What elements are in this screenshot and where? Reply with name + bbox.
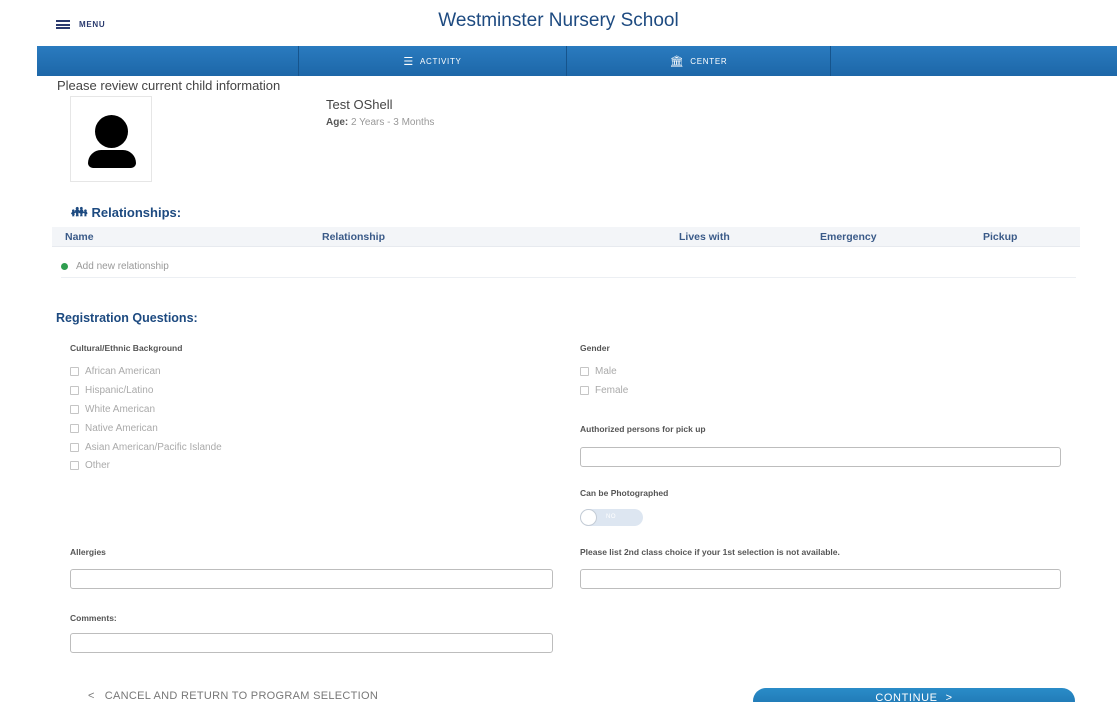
- add-relationship-link[interactable]: Add new relationship: [61, 261, 169, 272]
- continue-label: CONTINUE: [875, 692, 938, 702]
- main-nav: ☰ ACTIVITY 🏛 CENTER: [37, 46, 1117, 76]
- continue-button[interactable]: CONTINUE >: [753, 688, 1075, 702]
- option-label: Native American: [85, 423, 158, 434]
- ethnic-option-african-american[interactable]: African American: [70, 366, 161, 377]
- option-label: Asian American/Pacific Islande: [85, 442, 222, 453]
- photographed-toggle[interactable]: NO: [580, 509, 643, 526]
- checkbox[interactable]: [70, 367, 79, 376]
- checkbox[interactable]: [70, 405, 79, 414]
- child-photo: [70, 96, 152, 182]
- checkbox[interactable]: [70, 386, 79, 395]
- age-label: Age:: [326, 117, 349, 128]
- nav-activity[interactable]: ☰ ACTIVITY: [299, 46, 567, 76]
- gender-option-male[interactable]: Male: [580, 366, 617, 377]
- checkbox[interactable]: [580, 367, 589, 376]
- gender-label: Gender: [580, 343, 610, 353]
- add-relationship-label: Add new relationship: [76, 261, 169, 272]
- option-label: Female: [595, 385, 629, 396]
- ethnic-option-asian-american[interactable]: Asian American/Pacific Islande: [70, 442, 222, 453]
- top-header: MENU Westminster Nursery School: [0, 0, 1117, 46]
- nav-activity-label: ACTIVITY: [419, 56, 462, 66]
- child-name: Test OShell: [326, 97, 393, 112]
- comments-label: Comments:: [70, 613, 117, 623]
- nav-center[interactable]: 🏛 CENTER: [567, 46, 831, 76]
- allergies-label: Allergies: [70, 547, 106, 557]
- photographed-label: Can be Photographed: [580, 488, 669, 498]
- family-icon: 👪︎: [71, 204, 88, 219]
- allergies-input[interactable]: [70, 569, 553, 589]
- option-label: Other: [85, 460, 111, 471]
- chevron-left-icon: <: [88, 690, 95, 702]
- col-emergency: Emergency: [820, 231, 877, 243]
- checkbox[interactable]: [70, 443, 79, 452]
- checkbox[interactable]: [70, 424, 79, 433]
- add-icon: [61, 263, 68, 270]
- cancel-link[interactable]: < CANCEL AND RETURN TO PROGRAM SELECTION: [88, 690, 378, 702]
- col-pickup: Pickup: [983, 231, 1018, 243]
- ethnic-background-label: Cultural/Ethnic Background: [70, 343, 183, 353]
- relationships-heading: 👪︎ Relationships:: [71, 204, 181, 220]
- relationships-table-header: Name Relationship Lives with Emergency P…: [52, 227, 1080, 247]
- option-label: Male: [595, 366, 617, 377]
- building-icon: 🏛: [669, 55, 685, 68]
- checkbox[interactable]: [70, 461, 79, 470]
- toggle-knob: [580, 509, 597, 526]
- review-prompt: Please review current child information: [57, 78, 281, 93]
- cancel-label: CANCEL AND RETURN TO PROGRAM SELECTION: [104, 690, 379, 702]
- checkbox[interactable]: [580, 386, 589, 395]
- age-value: 2 Years - 3 Months: [351, 117, 435, 128]
- ethnic-option-hispanic-latino[interactable]: Hispanic/Latino: [70, 385, 153, 396]
- list-icon: ☰: [403, 55, 414, 68]
- second-choice-label: Please list 2nd class choice if your 1st…: [580, 547, 840, 557]
- col-relationship: Relationship: [322, 231, 386, 243]
- chevron-right-icon: >: [945, 692, 953, 702]
- ethnic-option-native-american[interactable]: Native American: [70, 423, 158, 434]
- ethnic-option-white-american[interactable]: White American: [70, 404, 155, 415]
- pickup-persons-input[interactable]: [580, 447, 1061, 467]
- nav-spacer-left: [37, 46, 299, 76]
- col-name: Name: [65, 231, 94, 243]
- option-label: Hispanic/Latino: [85, 385, 154, 396]
- option-label: White American: [85, 404, 156, 415]
- second-choice-input[interactable]: [580, 569, 1061, 589]
- registration-heading: Registration Questions:: [56, 311, 198, 325]
- comments-input[interactable]: [70, 633, 553, 653]
- col-lives-with: Lives with: [679, 231, 730, 243]
- option-label: African American: [85, 366, 161, 377]
- nav-center-label: CENTER: [690, 56, 728, 66]
- relationships-heading-label: Relationships:: [91, 204, 182, 220]
- gender-option-female[interactable]: Female: [580, 385, 628, 396]
- toggle-text: NO: [606, 514, 616, 520]
- pickup-persons-label: Authorized persons for pick up: [580, 424, 706, 434]
- nav-spacer-right: [831, 46, 1117, 76]
- divider: [61, 277, 1076, 278]
- site-title: Westminster Nursery School: [438, 10, 679, 31]
- ethnic-option-other[interactable]: Other: [70, 460, 110, 471]
- child-age: Age: 2 Years - 3 Months: [326, 117, 434, 128]
